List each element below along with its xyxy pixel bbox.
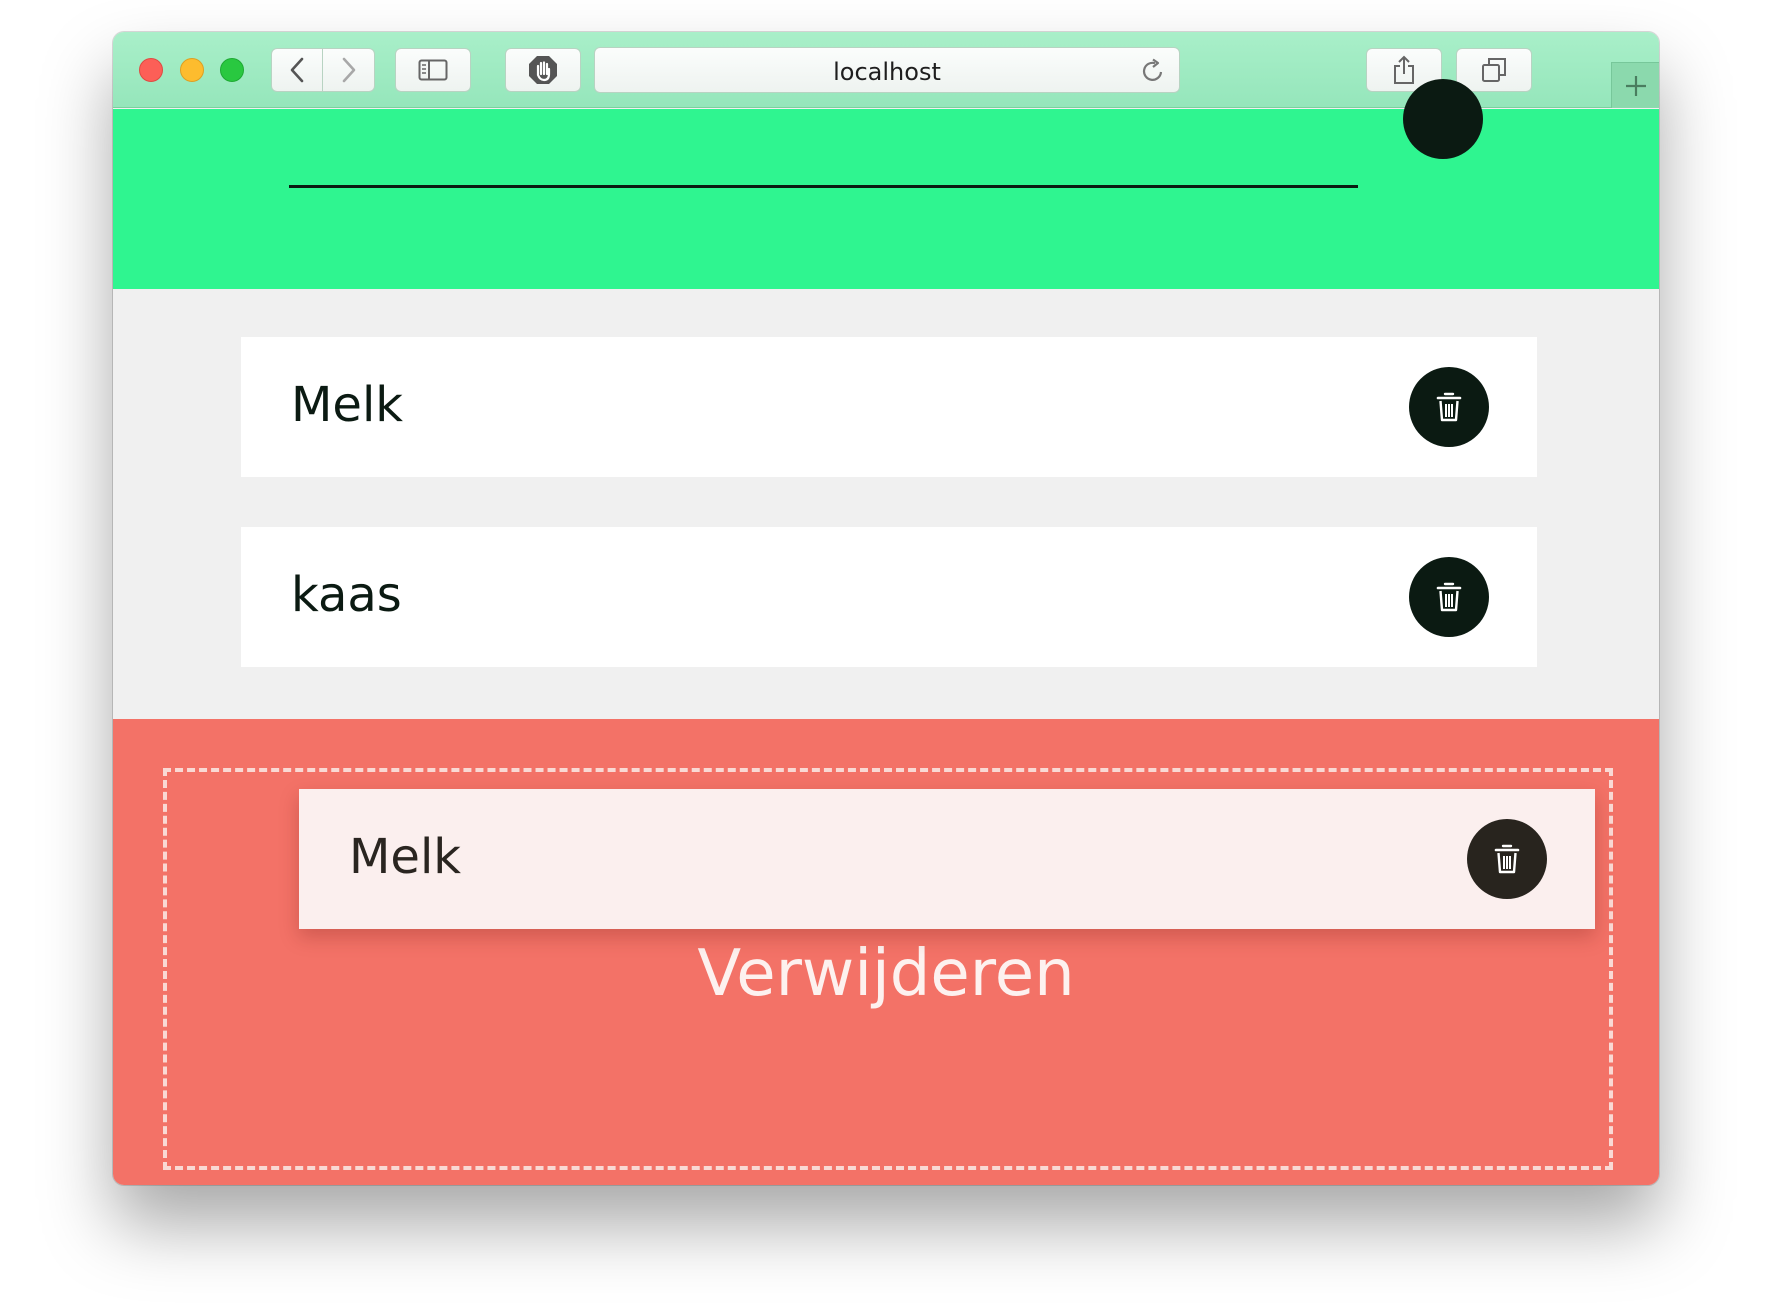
chevron-right-icon bbox=[342, 57, 355, 83]
list-item-label: kaas bbox=[291, 567, 402, 623]
reload-icon[interactable] bbox=[1141, 58, 1165, 84]
delete-item-button[interactable] bbox=[1409, 367, 1489, 447]
list-item[interactable]: kaas bbox=[241, 527, 1537, 667]
address-bar[interactable]: localhost bbox=[594, 47, 1180, 93]
close-window-button[interactable] bbox=[139, 58, 163, 82]
trash-icon bbox=[1436, 392, 1462, 422]
address-text: localhost bbox=[833, 58, 941, 86]
input-underline[interactable] bbox=[289, 185, 1358, 188]
plus-icon bbox=[1625, 75, 1646, 96]
browser-window: localhost Melk kaas Verwijderen Melk bbox=[113, 32, 1659, 1185]
forward-button[interactable] bbox=[323, 48, 375, 92]
trash-icon bbox=[1436, 582, 1462, 612]
dragged-item-label: Melk bbox=[349, 829, 462, 885]
hand-stop-icon bbox=[529, 56, 557, 84]
list-item[interactable]: Melk bbox=[241, 337, 1537, 477]
app-header bbox=[113, 79, 1659, 289]
content-blocker-button[interactable] bbox=[505, 48, 581, 92]
delete-drop-zone[interactable]: Verwijderen Melk bbox=[113, 719, 1659, 1185]
dragged-list-item[interactable]: Melk bbox=[299, 789, 1595, 929]
delete-item-button[interactable] bbox=[1409, 557, 1489, 637]
trash-icon bbox=[1494, 844, 1520, 874]
new-tab-button[interactable] bbox=[1611, 62, 1659, 108]
share-icon bbox=[1394, 55, 1414, 84]
delete-item-button[interactable] bbox=[1467, 819, 1547, 899]
back-button[interactable] bbox=[271, 48, 323, 92]
sidebar-icon bbox=[418, 59, 448, 81]
tabs-overview-button[interactable] bbox=[1456, 48, 1532, 92]
sidebar-button[interactable] bbox=[395, 48, 471, 92]
add-button[interactable] bbox=[1403, 79, 1483, 159]
chevron-left-icon bbox=[290, 57, 304, 83]
list-item-label: Melk bbox=[291, 377, 404, 433]
shopping-list: Melk kaas bbox=[113, 289, 1659, 719]
maximize-window-button[interactable] bbox=[220, 58, 244, 82]
drop-zone-label: Verwijderen bbox=[697, 937, 1075, 1011]
tabs-icon bbox=[1482, 58, 1506, 82]
minimize-window-button[interactable] bbox=[180, 58, 204, 82]
